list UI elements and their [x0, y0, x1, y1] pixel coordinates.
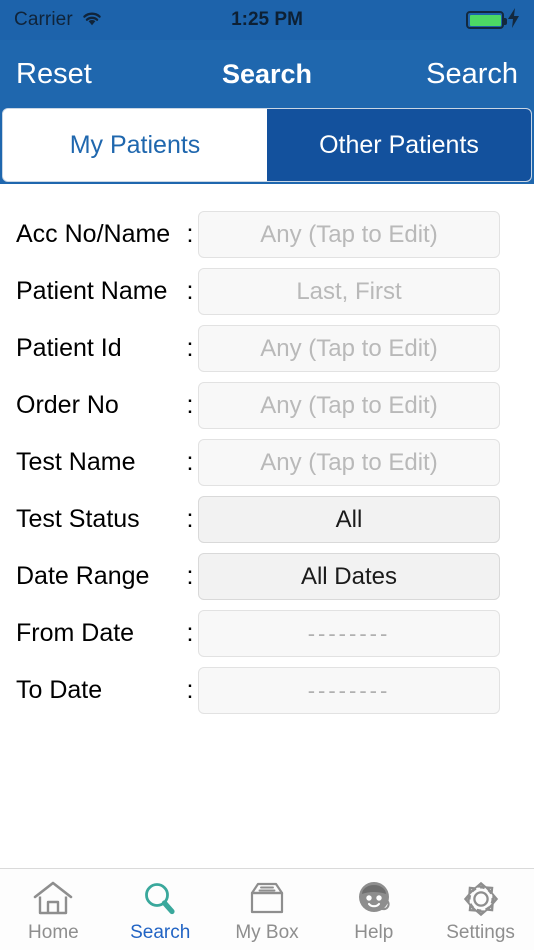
home-icon — [32, 878, 74, 920]
status-bar: Carrier 1:25 PM — [0, 0, 534, 40]
field-separator: : — [186, 562, 194, 590]
test-status-select[interactable]: All — [198, 496, 500, 543]
segment-other-patients[interactable]: Other Patients — [267, 109, 531, 181]
field-separator: : — [186, 220, 194, 248]
tab-label: Search — [130, 921, 191, 943]
tab-my-box[interactable]: My Box — [214, 869, 321, 950]
patient-id-input[interactable]: Any (Tap to Edit) — [198, 325, 500, 372]
form-row-to-date: To Date : -------- — [0, 662, 534, 719]
tab-label: Settings — [446, 921, 515, 943]
patient-name-input[interactable]: Last, First — [198, 268, 500, 315]
from-date-input[interactable]: -------- — [198, 610, 500, 657]
app-screen: Carrier 1:25 PM Reset Search Search My P… — [0, 0, 534, 950]
to-date-input[interactable]: -------- — [198, 667, 500, 714]
form-row-test-name: Test Name : Any (Tap to Edit) — [0, 434, 534, 491]
field-label: From Date — [16, 619, 135, 647]
acc-no-name-input[interactable]: Any (Tap to Edit) — [198, 211, 500, 258]
tab-bar: Home Search My Box Help Settings — [0, 868, 534, 950]
tab-settings[interactable]: Settings — [427, 869, 534, 950]
field-separator: : — [186, 448, 194, 476]
search-icon — [140, 878, 180, 920]
form-row-from-date: From Date : -------- — [0, 605, 534, 662]
form-row-order-no: Order No : Any (Tap to Edit) — [0, 377, 534, 434]
segment-my-patients[interactable]: My Patients — [3, 109, 267, 181]
form-row-acc-no-name: Acc No/Name : Any (Tap to Edit) — [0, 206, 534, 263]
field-label: Order No — [16, 391, 119, 419]
date-range-select[interactable]: All Dates — [198, 553, 500, 600]
field-label: Test Status — [16, 505, 140, 533]
segmented-control-container: My Patients Other Patients — [0, 108, 534, 184]
search-submit-button[interactable]: Search — [426, 59, 518, 89]
tab-search[interactable]: Search — [107, 869, 214, 950]
field-label: Test Name — [16, 448, 136, 476]
field-label: Date Range — [16, 562, 150, 590]
navigation-bar: Reset Search Search — [0, 40, 534, 108]
field-separator: : — [186, 676, 194, 704]
field-label: Patient Id — [16, 334, 122, 362]
form-row-patient-id: Patient Id : Any (Tap to Edit) — [0, 320, 534, 377]
order-no-input[interactable]: Any (Tap to Edit) — [198, 382, 500, 429]
tab-label: Help — [354, 921, 394, 943]
form-row-test-status: Test Status : All — [0, 491, 534, 548]
form-row-patient-name: Patient Name : Last, First — [0, 263, 534, 320]
field-label: Patient Name — [16, 277, 168, 305]
inbox-icon — [245, 878, 289, 920]
field-separator: : — [186, 619, 194, 647]
segmented-control[interactable]: My Patients Other Patients — [2, 108, 532, 182]
field-separator: : — [186, 334, 194, 362]
test-name-input[interactable]: Any (Tap to Edit) — [198, 439, 500, 486]
tab-help[interactable]: Help — [320, 869, 427, 950]
support-agent-icon — [353, 878, 395, 920]
field-label: To Date — [16, 676, 103, 704]
field-label: Acc No/Name — [16, 220, 171, 248]
clock-label: 1:25 PM — [231, 9, 303, 30]
tab-label: Home — [28, 921, 79, 943]
battery-full-icon — [466, 11, 507, 29]
gear-icon — [460, 878, 502, 920]
tab-home[interactable]: Home — [0, 869, 107, 950]
field-separator: : — [186, 505, 194, 533]
field-separator: : — [186, 391, 194, 419]
tab-label: My Box — [235, 921, 299, 943]
search-form: Acc No/Name : Any (Tap to Edit) Patient … — [0, 184, 534, 868]
reset-button[interactable]: Reset — [16, 59, 92, 89]
field-separator: : — [186, 277, 194, 305]
form-row-date-range: Date Range : All Dates — [0, 548, 534, 605]
